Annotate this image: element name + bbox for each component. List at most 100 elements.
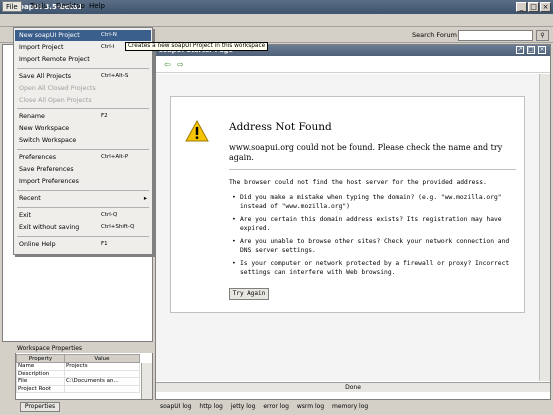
tab-wsrm-log[interactable]: wsrm log [297, 403, 324, 410]
menu-separator [17, 149, 149, 151]
error-description: The browser could not find the host serv… [229, 179, 487, 186]
menu-bar [0, 14, 553, 27]
menu-item-label: Import Preferences [19, 177, 79, 185]
menu-help[interactable]: Help [86, 1, 108, 12]
menu-item-preferences[interactable]: Preferences Ctrl+Alt-P [15, 152, 151, 163]
menu-item-shortcut: F1 [101, 240, 108, 247]
menu-item-recent[interactable]: Recent ▸ [15, 193, 151, 204]
try-again-button[interactable]: Try Again [229, 288, 269, 300]
maximize-panel-icon[interactable]: □ [527, 46, 535, 54]
menu-separator [17, 108, 149, 110]
menu-item-label: Preferences [19, 154, 57, 162]
menu-item-shortcut: Ctrl-N [101, 32, 117, 38]
property-name: Name [16, 362, 65, 371]
table-row[interactable]: Name Projects [16, 362, 141, 371]
menu-item-new-workspace[interactable]: New Workspace [15, 123, 151, 134]
search-icon[interactable]: ⚲ [536, 30, 549, 41]
menu-item-close-all-open-projects: Close All Open Projects [15, 95, 151, 106]
menu-separator [17, 67, 149, 69]
menu-item-switch-workspace[interactable]: Switch Workspace [15, 135, 151, 146]
property-name: Description [16, 369, 65, 378]
menu-file[interactable]: File [2, 1, 22, 12]
table-row[interactable]: File C:\Documents an... [16, 377, 141, 386]
menu-item-shortcut: Ctrl+Shift-Q [101, 223, 135, 230]
column-header-value[interactable]: Value [63, 354, 141, 363]
menu-item-shortcut: Ctrl+Alt-P [101, 154, 129, 161]
menu-item-exit[interactable]: Exit Ctrl-Q [15, 210, 151, 221]
menu-item-label: Rename [19, 113, 45, 121]
table-row[interactable]: Description [16, 369, 141, 378]
list-item: Is your computer or network protected by… [232, 259, 517, 277]
menu-item-label: Save Preferences [19, 166, 74, 173]
status-bar: Done [156, 382, 550, 392]
menu-item-import-remote-project[interactable]: Import Remote Project [15, 54, 151, 65]
menu-item-shortcut: F2 [101, 113, 108, 120]
menu-item-label: Save All Projects [19, 72, 72, 80]
property-value[interactable] [63, 384, 141, 393]
tab-http-log[interactable]: http log [199, 403, 222, 410]
menu-item-label: New soapUI Project [19, 32, 80, 39]
tab-soapui-log[interactable]: soapUI log [160, 403, 192, 410]
menu-tools[interactable]: Tools [27, 1, 50, 12]
column-header-property[interactable]: Property [16, 354, 65, 363]
menu-item-label: Recent [19, 194, 41, 202]
list-item: Are you certain this domain address exis… [232, 215, 517, 233]
menu-item-label: Close All Open Projects [19, 96, 92, 104]
property-value[interactable]: C:\Documents an... [63, 377, 141, 386]
menu-item-online-help[interactable]: Online Help F1 [15, 239, 151, 250]
properties-tab[interactable]: Properties [20, 402, 60, 412]
menu-item-exit-without-saving[interactable]: Exit without saving Ctrl+Shift-Q [15, 222, 151, 233]
error-message: www.soapui.org could not be found. Pleas… [229, 143, 503, 162]
list-item: Are you unable to browse other sites? Ch… [232, 237, 517, 255]
submenu-arrow-icon: ▸ [143, 194, 147, 202]
search-forum-label: Search Forum [411, 31, 457, 39]
float-icon[interactable]: ↗ [516, 46, 524, 54]
minimize-button[interactable]: _ [516, 2, 527, 12]
menu-item-label: Import Project [19, 43, 64, 51]
error-title: Address Not Found [229, 121, 332, 133]
table-row[interactable]: Project Root [16, 384, 141, 393]
tooltip: Creates a new soapUI Project in this wor… [125, 42, 269, 51]
menu-item-rename[interactable]: Rename F2 [15, 111, 151, 122]
menu-item-save-preferences[interactable]: Save Preferences [15, 164, 151, 175]
menu-item-label: Online Help [19, 240, 56, 248]
divider [229, 169, 516, 170]
forward-arrow-icon[interactable]: ⇨ [177, 60, 184, 69]
property-value[interactable]: Projects [63, 362, 141, 371]
browser-scrollbar[interactable] [539, 74, 550, 381]
menu-item-shortcut: Ctrl-I [101, 43, 115, 50]
menu-item-import-preferences[interactable]: Import Preferences [15, 176, 151, 187]
warning-icon [185, 120, 209, 142]
property-value[interactable] [63, 369, 141, 378]
menu-item-label: Exit without saving [19, 223, 80, 231]
property-name: File [16, 377, 65, 386]
properties-table: Property Value Name Projects Description … [16, 354, 141, 393]
menu-separator [17, 189, 149, 191]
tab-jetty-log[interactable]: jetty log [231, 403, 256, 410]
search-input[interactable] [458, 30, 533, 41]
property-name: Project Root [16, 384, 65, 393]
menu-item-label: New Workspace [19, 125, 70, 133]
menu-separator [17, 206, 149, 208]
menu-item-label: Import Remote Project [19, 55, 90, 63]
maximize-button[interactable]: □ [528, 2, 539, 12]
file-menu-dropdown: New soapUI Project Ctrl-N Import Project Ct… [13, 27, 153, 255]
tab-error-log[interactable]: error log [263, 403, 289, 410]
close-panel-icon[interactable]: × [538, 46, 546, 54]
back-arrow-icon[interactable]: ⇦ [164, 60, 171, 69]
close-button[interactable]: × [540, 2, 551, 12]
suggestion-list: Did you make a mistake when typing the d… [232, 193, 517, 281]
menu-item-save-all-projects[interactable]: Save All Projects Ctrl+Alt-S [15, 71, 151, 82]
workspace-properties-title: Workspace Properties [15, 344, 153, 353]
menu-item-new-soapui-project[interactable]: New soapUI Project Ctrl-N [15, 30, 151, 41]
menu-item-label: Open All Closed Projects [19, 84, 96, 92]
menu-item-shortcut: Ctrl-Q [101, 211, 118, 218]
tab-memory-log[interactable]: memory log [332, 403, 368, 410]
menu-item-open-all-closed-projects: Open All Closed Projects [15, 83, 151, 94]
properties-scrollbar[interactable] [141, 363, 152, 399]
list-item: Did you make a mistake when typing the d… [232, 193, 517, 211]
menu-separator [17, 235, 149, 237]
menu-item-label: Exit [19, 211, 31, 219]
menu-desktop[interactable]: Desktop [53, 1, 88, 12]
log-tabs: soapUI log http log jetty log error log … [160, 402, 374, 412]
